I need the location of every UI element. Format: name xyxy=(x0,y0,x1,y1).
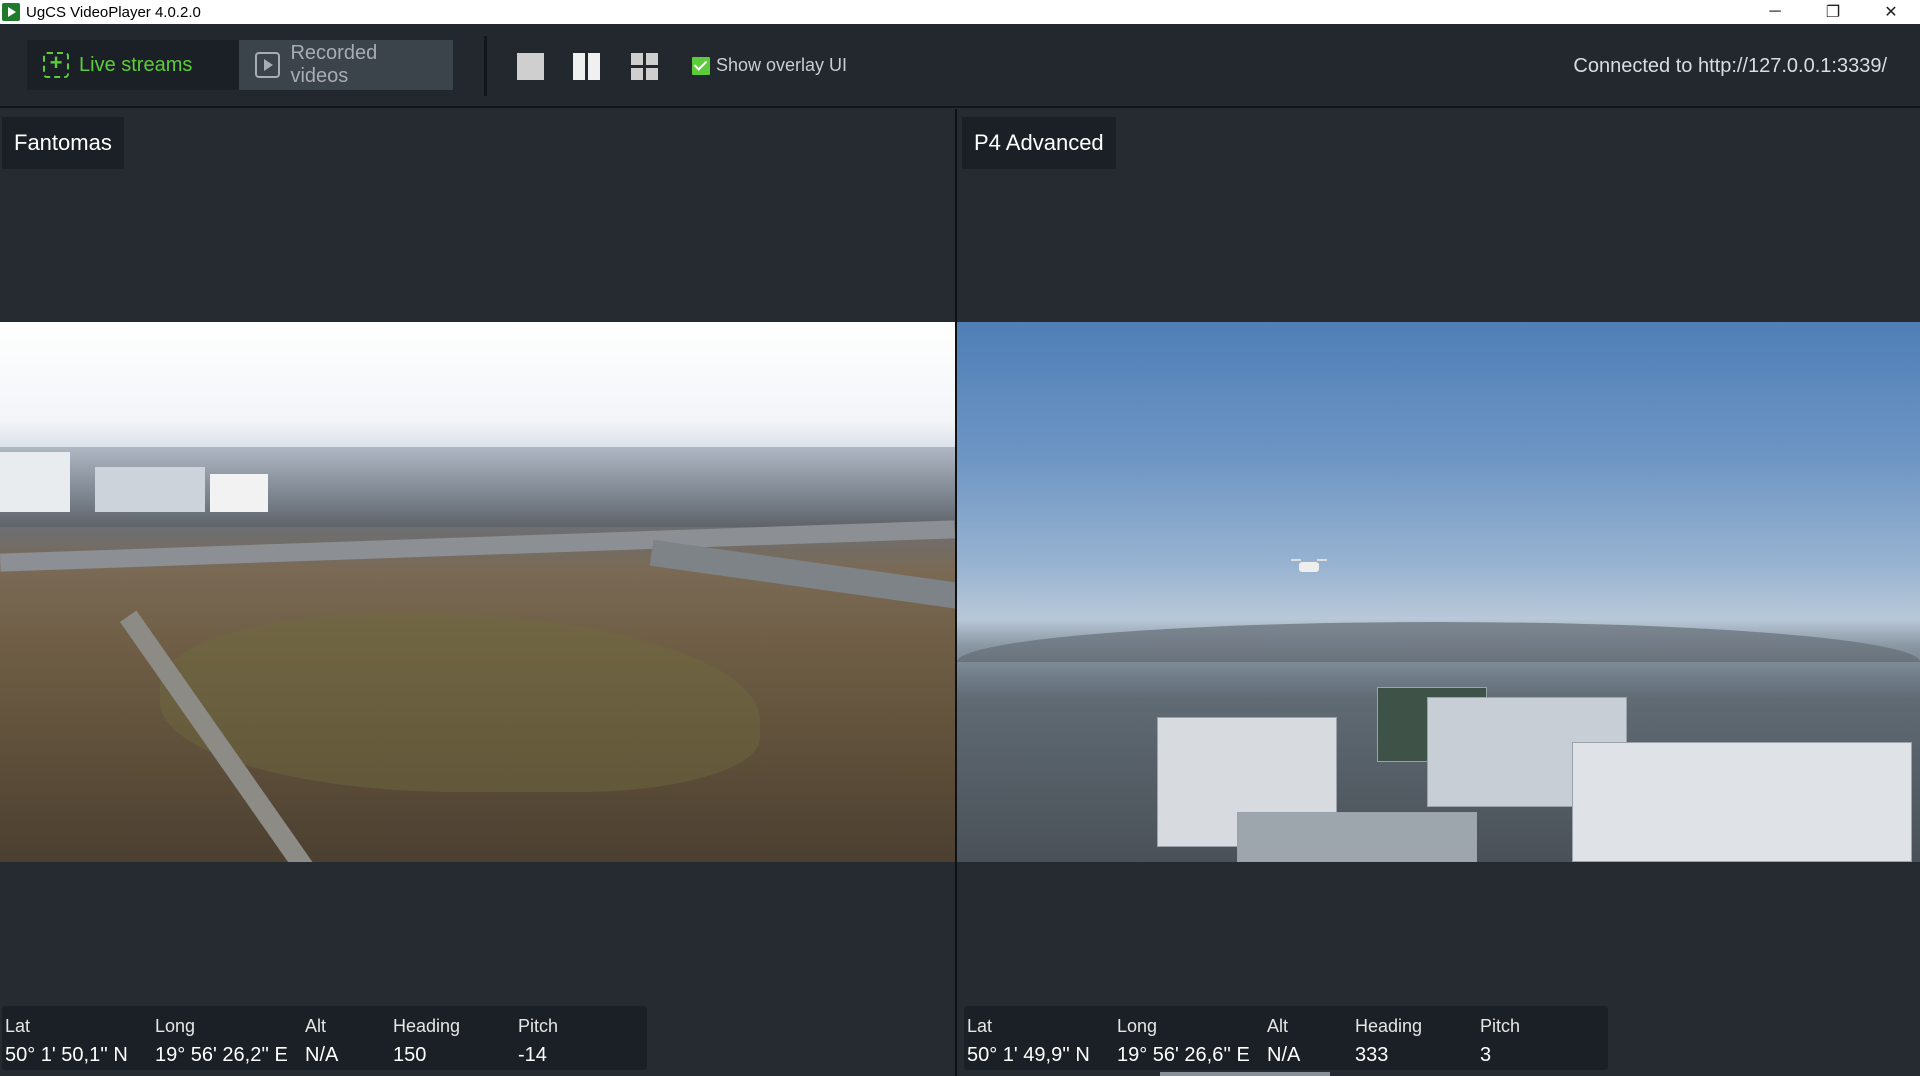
telemetry-alt: Alt N/A xyxy=(302,1006,390,1070)
telemetry-heading: Heading 333 xyxy=(1352,1006,1477,1070)
overlay-toggle-label: Show overlay UI xyxy=(716,55,848,75)
telemetry-label: Long xyxy=(1117,1016,1158,1036)
highway xyxy=(649,539,955,611)
tab-live-streams-label: Live streams xyxy=(79,53,193,76)
maximize-button[interactable]: ❐ xyxy=(1804,0,1862,24)
telemetry-label: Alt xyxy=(305,1016,327,1036)
video-feed[interactable] xyxy=(0,322,955,862)
grid-cell-icon xyxy=(646,53,658,65)
telemetry-value: -14 xyxy=(518,1044,547,1066)
telemetry-lat: Lat 50° 1' 50,1'' N xyxy=(2,1006,152,1070)
video-feed[interactable] xyxy=(957,322,1920,862)
telemetry-value: 333 xyxy=(1355,1044,1389,1066)
telemetry-label: Alt xyxy=(1267,1016,1289,1036)
tab-live-streams[interactable]: Live streams xyxy=(27,40,239,90)
telemetry-value: N/A xyxy=(1267,1044,1301,1066)
drone-icon xyxy=(1291,559,1327,572)
telemetry-value: 50° 1' 50,1'' N xyxy=(5,1044,128,1066)
grass-field xyxy=(160,612,760,792)
telemetry-value: 150 xyxy=(393,1044,427,1066)
grid-cell-icon xyxy=(631,53,643,65)
building xyxy=(0,452,70,512)
hills xyxy=(957,622,1920,662)
video-panel-fantomas[interactable]: Fantomas Lat 50° 1' 50,1'' N Long 19° 56… xyxy=(0,109,955,1076)
telemetry-value: 3 xyxy=(1480,1044,1492,1066)
grid-cell-icon xyxy=(631,68,643,80)
grid-cell-icon xyxy=(646,68,658,80)
telemetry-value: 50° 1' 49,9'' N xyxy=(967,1044,1090,1066)
building xyxy=(1237,812,1477,862)
telemetry-label: Long xyxy=(155,1016,196,1036)
telemetry-value: N/A xyxy=(305,1044,339,1066)
grid-layout-button[interactable] xyxy=(631,53,658,80)
minimize-button[interactable]: ─ xyxy=(1746,0,1804,24)
live-stream-icon xyxy=(43,50,69,78)
telemetry-heading: Heading 150 xyxy=(390,1006,515,1070)
telemetry-overlay: Lat 50° 1' 49,9'' N Long 19° 56' 26,6'' … xyxy=(964,1006,1608,1070)
telemetry-long: Long 19° 56' 26,6'' E xyxy=(1114,1006,1264,1070)
panel-title: Fantomas xyxy=(2,117,124,169)
building xyxy=(1572,742,1912,862)
video-frame xyxy=(0,322,955,862)
show-overlay-toggle[interactable]: Show overlay UI xyxy=(692,55,847,76)
telemetry-value: 19° 56' 26,6'' E xyxy=(1117,1044,1250,1066)
tab-recorded-videos-label: Recorded videos xyxy=(290,42,378,87)
overlay-checkbox[interactable] xyxy=(692,56,710,75)
window-controls: ─ ❐ ✕ xyxy=(1746,0,1920,24)
video-panel-p4-advanced[interactable]: P4 Advanced Lat 50° 1' 49,9'' N Long 19°… xyxy=(957,109,1920,1076)
app-logo-icon xyxy=(2,3,20,21)
telemetry-label: Heading xyxy=(1355,1016,1423,1036)
source-tabs: Live streams Recorded videos xyxy=(27,40,453,90)
building xyxy=(210,474,268,512)
panel-title: P4 Advanced xyxy=(962,117,1116,169)
main-toolbar: Live streams Recorded videos Show overla… xyxy=(0,24,1920,108)
close-button[interactable]: ✕ xyxy=(1862,0,1920,24)
tab-recorded-videos[interactable]: Recorded videos xyxy=(239,40,453,90)
telemetry-value: 19° 56' 26,2'' E xyxy=(155,1044,288,1066)
building xyxy=(95,467,205,512)
single-view-layout-button[interactable] xyxy=(517,53,544,80)
window-title: UgCS VideoPlayer 4.0.2.0 xyxy=(26,3,201,21)
toolbar-divider xyxy=(484,36,487,96)
telemetry-label: Lat xyxy=(5,1016,31,1036)
column-icon xyxy=(573,53,585,80)
video-frame xyxy=(957,322,1920,862)
telemetry-label: Pitch xyxy=(1480,1016,1521,1036)
two-column-layout-button[interactable] xyxy=(573,53,600,80)
telemetry-lat: Lat 50° 1' 49,9'' N xyxy=(964,1006,1114,1070)
telemetry-long: Long 19° 56' 26,2'' E xyxy=(152,1006,302,1070)
telemetry-overlay: Lat 50° 1' 50,1'' N Long 19° 56' 26,2'' … xyxy=(2,1006,647,1070)
telemetry-label: Heading xyxy=(393,1016,461,1036)
horizontal-scrollbar[interactable] xyxy=(1160,1072,1330,1076)
column-icon xyxy=(588,53,600,80)
window-title-bar: UgCS VideoPlayer 4.0.2.0 ─ ❐ ✕ xyxy=(0,0,1920,24)
telemetry-pitch: Pitch 3 xyxy=(1477,1006,1597,1070)
telemetry-label: Pitch xyxy=(518,1016,559,1036)
telemetry-alt: Alt N/A xyxy=(1264,1006,1352,1070)
connection-status: Connected to http://127.0.0.1:3339/ xyxy=(1573,55,1887,77)
telemetry-pitch: Pitch -14 xyxy=(515,1006,635,1070)
telemetry-label: Lat xyxy=(967,1016,993,1036)
play-video-icon xyxy=(255,52,281,78)
